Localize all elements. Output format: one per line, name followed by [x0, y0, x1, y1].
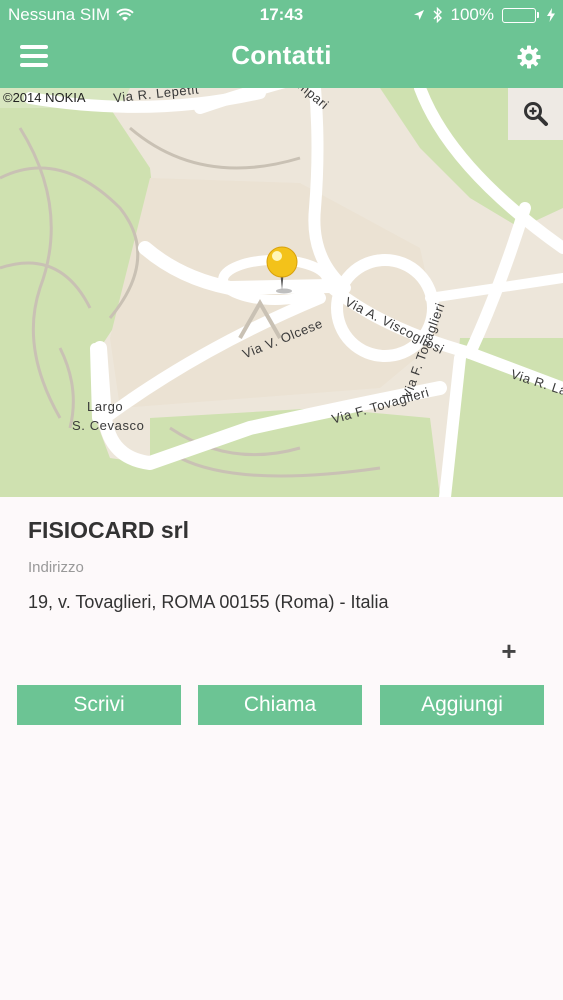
- battery-icon: [502, 7, 539, 23]
- map-view[interactable]: ©2014 NOKIA Via R. Lepetit Campari Via V…: [0, 88, 563, 497]
- write-button[interactable]: Scrivi: [17, 685, 181, 725]
- magnifier-plus-icon: [523, 102, 548, 126]
- place-label: Largo: [87, 399, 124, 414]
- page-title: Contatti: [231, 40, 332, 70]
- charging-icon: [547, 8, 555, 22]
- nav-bar: Contatti: [0, 30, 563, 88]
- status-bar: Nessuna SIM 17:43 100%: [0, 0, 563, 30]
- call-button[interactable]: Chiama: [198, 685, 362, 725]
- app-header: Nessuna SIM 17:43 100% Contatti: [0, 0, 563, 88]
- location-pin-icon[interactable]: [264, 246, 300, 294]
- zoom-button[interactable]: [508, 88, 563, 140]
- action-buttons: Scrivi Chiama Aggiungi: [17, 685, 544, 725]
- place-label: S. Cevasco: [72, 418, 145, 433]
- address-label: Indirizzo: [28, 559, 84, 576]
- status-right: 100%: [413, 5, 555, 25]
- address-value[interactable]: 19, v. Tovaglieri, ROMA 00155 (Roma) - I…: [28, 592, 388, 613]
- location-arrow-icon: [413, 10, 424, 20]
- add-contact-button[interactable]: Aggiungi: [380, 685, 544, 725]
- company-name: FISIOCARD srl: [28, 517, 190, 543]
- contact-screen: Nessuna SIM 17:43 100% Contatti ©2014 NO…: [0, 0, 563, 1000]
- expand-plus-button[interactable]: +: [498, 637, 520, 665]
- map-copyright: ©2014 NOKIA: [3, 90, 86, 105]
- battery-percent: 100%: [450, 5, 494, 24]
- gear-icon[interactable]: [517, 45, 541, 69]
- bluetooth-icon: [433, 7, 442, 23]
